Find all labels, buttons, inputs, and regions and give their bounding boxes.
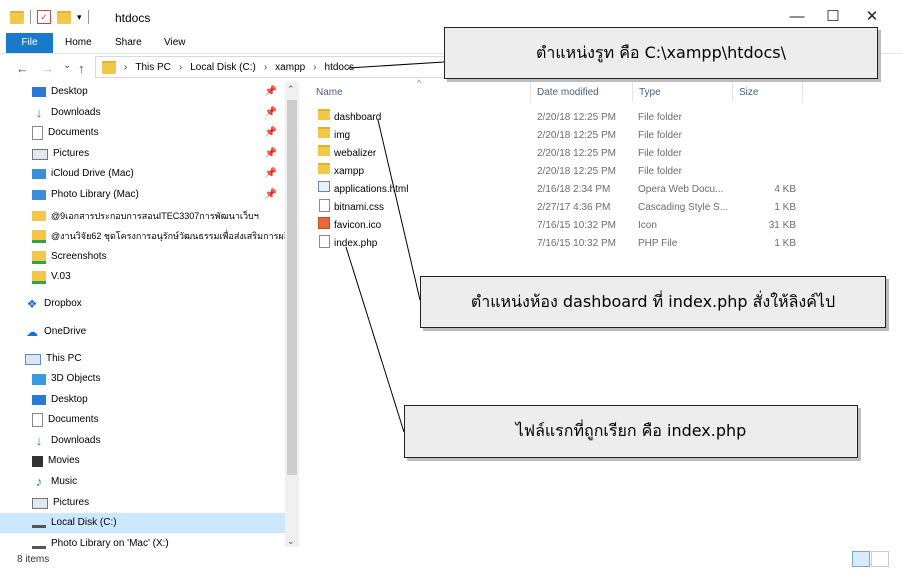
callout-first-file: ไฟล์แรกที่ถูกเรียก คือ index.php (404, 405, 858, 458)
callout-root: ตำแหน่งรูท คือ C:\xampp\htdocs\ (444, 27, 878, 79)
root-connector-line (347, 61, 445, 69)
dashboard-connector-line (377, 119, 421, 301)
index-connector-line (345, 246, 405, 433)
callout-dashboard: ตำแหน่งห้อง dashboard ที่ index.php สั่ง… (420, 276, 886, 328)
